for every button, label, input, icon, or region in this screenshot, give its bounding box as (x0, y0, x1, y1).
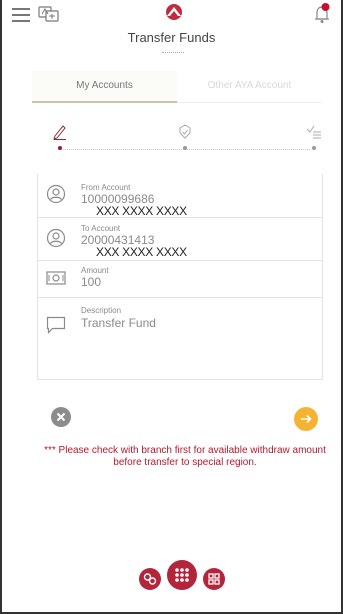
amount-field[interactable]: Amount 100 (38, 261, 322, 298)
tab-my-accounts[interactable]: My Accounts (32, 71, 177, 103)
nav-button-swap[interactable] (139, 568, 161, 590)
close-icon (56, 412, 66, 422)
transfer-form: From Account 10000099686 XXX XXXX XXXX T… (37, 174, 323, 380)
tab-other-aya-account[interactable]: Other AYA Account (177, 71, 322, 103)
step-verify (173, 124, 197, 150)
warning-message: *** Please check with branch first for a… (44, 445, 326, 468)
description-field[interactable]: Description Transfer Fund (38, 298, 322, 380)
step-edit (48, 124, 72, 150)
top-bar: Transfer Funds (2, 0, 341, 66)
amount-value: 100 (81, 275, 102, 289)
account-user-icon (46, 184, 66, 204)
step-confirm (302, 124, 326, 150)
account-user-icon (46, 228, 66, 248)
arrow-right-icon (301, 414, 312, 424)
comment-icon (46, 316, 66, 334)
notification-bell-icon[interactable] (313, 2, 331, 24)
cash-icon (46, 271, 66, 285)
step-indicator (40, 124, 330, 160)
confirm-list-icon (306, 125, 321, 139)
to-account-holder: XXX XXXX XXXX (96, 245, 187, 259)
from-account-field[interactable]: From Account 10000099686 XXX XXXX XXXX (38, 174, 322, 218)
step-dot-active (58, 146, 62, 150)
apps-swap-icon (143, 573, 157, 585)
step-dot (183, 146, 187, 150)
from-account-holder: XXX XXXX XXXX (96, 204, 187, 218)
to-account-field[interactable]: To Account 20000431413 XXX XXXX XXXX (38, 218, 322, 261)
qr-code-icon (208, 573, 220, 585)
next-button[interactable] (294, 407, 318, 431)
pencil-icon (53, 125, 66, 140)
account-tabs: My Accounts Other AYA Account (32, 71, 322, 103)
grid-menu-icon (175, 568, 189, 582)
bank-logo-icon (166, 4, 182, 20)
step-dot (312, 146, 316, 150)
hamburger-menu-icon[interactable] (12, 8, 30, 22)
amount-label: Amount (81, 266, 109, 275)
language-icon[interactable] (38, 6, 60, 22)
description-label: Description (81, 306, 122, 315)
from-account-label: From Account (81, 183, 131, 192)
page-title: Transfer Funds (127, 30, 216, 45)
to-account-label: To Account (81, 224, 121, 233)
bottom-navigation (0, 558, 343, 598)
nav-button-menu[interactable] (167, 560, 197, 590)
description-value: Transfer Fund (81, 316, 156, 330)
cancel-button[interactable] (51, 407, 71, 427)
check-shield-icon (179, 124, 191, 139)
nav-button-qr[interactable] (203, 568, 225, 590)
title-divider (162, 52, 184, 53)
